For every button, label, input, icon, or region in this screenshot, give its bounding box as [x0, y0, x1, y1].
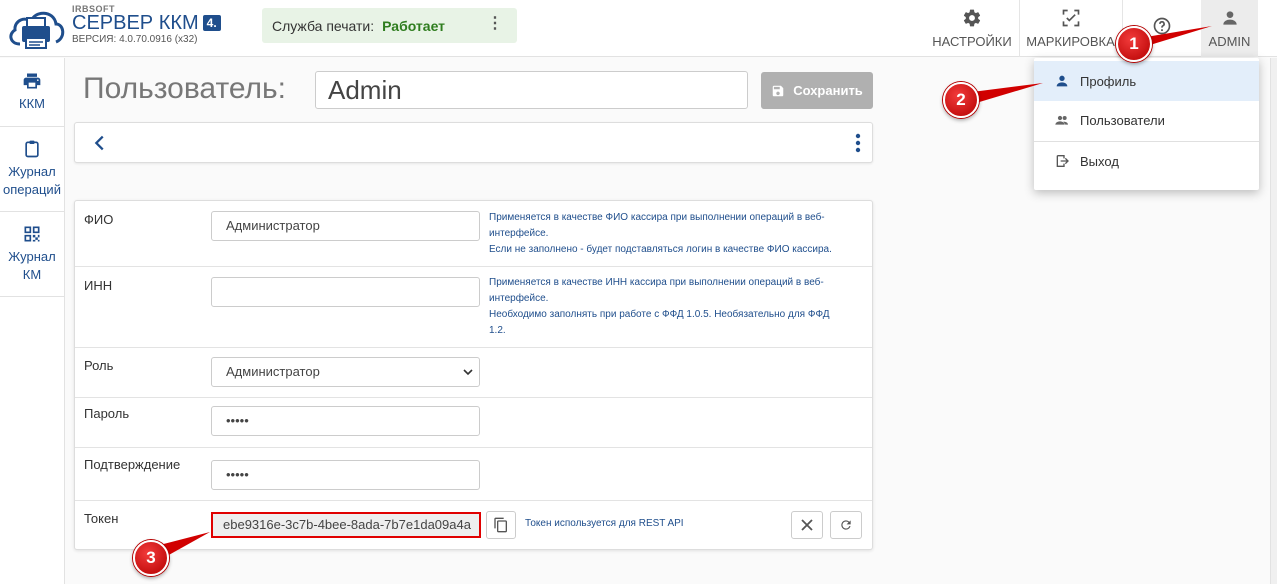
close-icon	[801, 519, 813, 531]
clear-token-button[interactable]	[791, 511, 823, 539]
nav-admin[interactable]: ADMIN	[1201, 0, 1258, 57]
copy-token-button[interactable]	[486, 511, 516, 539]
scan-check-icon	[1062, 9, 1079, 27]
service-menu-icon[interactable]: ⋮	[487, 16, 503, 32]
confirm-label: Подтверждение	[84, 457, 181, 472]
copy-icon	[494, 517, 507, 533]
sidebar-item-label-line2: операций	[3, 182, 61, 197]
admin-dropdown-menu: Профиль Пользователи Выход	[1034, 58, 1259, 190]
regenerate-token-button[interactable]	[830, 511, 862, 539]
sidebar-item-kkm[interactable]: ККМ	[0, 58, 64, 127]
menu-item-label: Профиль	[1080, 73, 1137, 89]
qr-code-icon	[24, 226, 40, 242]
save-button[interactable]: Сохранить	[761, 72, 873, 109]
sidebar-item-km-log[interactable]: Журнал КМ	[0, 212, 64, 297]
password-label: Пароль	[84, 406, 130, 421]
cloud-printer-logo-icon	[9, 11, 65, 49]
gear-icon	[963, 9, 981, 27]
person-icon	[1056, 75, 1068, 87]
form-toolbar	[74, 122, 873, 163]
role-label: Роль	[84, 358, 114, 373]
more-menu-icon[interactable]	[852, 131, 864, 155]
refresh-icon	[841, 520, 851, 530]
nav-marking-label: МАРКИРОВКА	[1026, 34, 1115, 49]
token-label: Токен	[84, 511, 119, 526]
password-input[interactable]: •••••	[211, 406, 480, 436]
sidebar-item-label-line1: Журнал	[8, 164, 56, 179]
form-row-token: Токен ebe9316e-3c7b-4bee-8ada-7b7e1da09a…	[75, 501, 872, 549]
user-icon	[1222, 11, 1237, 25]
form-row-fio: ФИО Администратор Применяется в качестве…	[75, 201, 872, 267]
people-icon	[1055, 115, 1068, 125]
confirm-password-input[interactable]: •••••	[211, 460, 480, 490]
annotation-marker-3: 3	[133, 540, 169, 576]
sidebar: ККМ Журнал операций Журнал КМ	[0, 58, 65, 584]
sidebar-item-operations-log[interactable]: Журнал операций	[0, 127, 64, 212]
service-status-value: Работает	[382, 17, 446, 34]
menu-item-logout[interactable]: Выход	[1034, 141, 1259, 181]
brand-version-badge: 4.	[202, 15, 221, 31]
nav-admin-label: ADMIN	[1208, 34, 1251, 49]
fio-hint-line: Применяется в качестве ФИО кассира при в…	[489, 212, 825, 223]
brand-title: СЕРВЕР ККМ 4.	[72, 13, 221, 33]
sidebar-item-label-line2: КМ	[22, 267, 42, 282]
logout-icon	[1056, 155, 1069, 167]
chevron-down-icon	[463, 369, 473, 376]
menu-item-users[interactable]: Пользователи	[1034, 100, 1259, 140]
menu-item-profile[interactable]: Профиль	[1034, 61, 1259, 101]
inn-hint-line: Необходимо заполнять при работе с ФФД 1.…	[489, 309, 830, 320]
inn-hint-line: интерфейсе.	[489, 293, 549, 304]
printer-icon	[23, 73, 41, 89]
fio-hint-line: интерфейсе.	[489, 228, 549, 239]
back-arrow-icon[interactable]	[89, 132, 111, 154]
nav-settings-label: НАСТРОЙКИ	[932, 34, 1012, 49]
clipboard-icon	[25, 140, 39, 158]
form-row-role: Роль Администратор	[75, 348, 872, 398]
print-service-status: Служба печати: Работает ⋮	[262, 8, 517, 43]
username-input[interactable]: Admin	[315, 71, 748, 109]
sidebar-item-label-line1: Журнал	[8, 249, 56, 264]
inn-label: ИНН	[84, 278, 113, 293]
token-input[interactable]: ebe9316e-3c7b-4bee-8ada-7b7e1da09a4a	[211, 512, 481, 538]
menu-item-label: Выход	[1080, 153, 1119, 169]
inn-hint: Применяется в качестве ИНН кассира при в…	[489, 275, 864, 339]
form-row-inn: ИНН Применяется в качестве ИНН кассира п…	[75, 267, 872, 348]
nav-settings[interactable]: НАСТРОЙКИ	[926, 0, 1018, 57]
inn-hint-line: Применяется в качестве ИНН кассира при в…	[489, 277, 824, 288]
fio-hint-line: Если не заполнено - будет подставляться …	[489, 244, 832, 255]
fio-hint: Применяется в качестве ФИО кассира при в…	[489, 210, 864, 258]
form-row-confirm: Подтверждение •••••	[75, 448, 872, 501]
role-select[interactable]: Администратор	[211, 357, 480, 387]
brand-block: IRBSOFT СЕРВЕР ККМ 4. ВЕРСИЯ: 4.0.70.091…	[72, 4, 221, 45]
token-hint: Токен используется для REST API	[525, 518, 684, 529]
sidebar-item-label: ККМ	[19, 96, 45, 111]
annotation-marker-1: 1	[1116, 26, 1152, 62]
menu-item-label: Пользователи	[1080, 112, 1165, 128]
annotation-marker-2: 2	[943, 82, 979, 118]
service-label: Служба печати:	[272, 17, 375, 34]
form-row-password: Пароль •••••	[75, 398, 872, 448]
brand-title-text: СЕРВЕР ККМ	[72, 12, 199, 34]
scroll-strip	[1270, 58, 1277, 584]
help-icon	[1153, 17, 1170, 34]
user-form: ФИО Администратор Применяется в качестве…	[74, 200, 873, 550]
inn-input[interactable]	[211, 277, 480, 307]
save-button-label: Сохранить	[793, 83, 863, 98]
nav-marking[interactable]: МАРКИРОВКА	[1019, 0, 1121, 57]
page-title: Пользователь:	[83, 72, 287, 105]
fio-label: ФИО	[84, 212, 114, 227]
app-header: IRBSOFT СЕРВЕР ККМ 4. ВЕРСИЯ: 4.0.70.091…	[0, 0, 1277, 57]
brand-version: ВЕРСИЯ: 4.0.70.0916 (x32)	[72, 34, 198, 45]
fio-input[interactable]: Администратор	[211, 211, 480, 241]
inn-hint-line: 1.2.	[489, 325, 506, 336]
role-select-value: Администратор	[226, 364, 320, 379]
floppy-disk-icon	[772, 85, 784, 96]
